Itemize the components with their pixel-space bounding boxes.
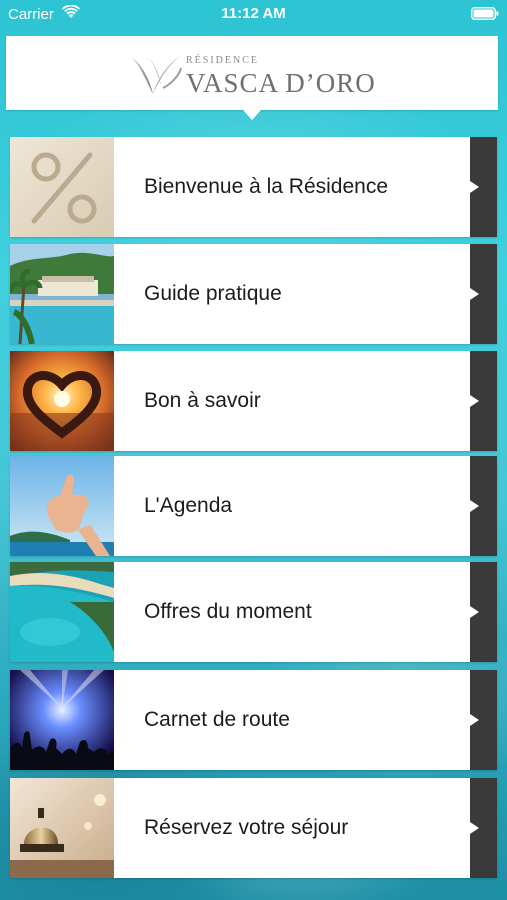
logo-name-text: VASCA D’ORO	[186, 68, 376, 98]
menu-item-label: Réservez votre séjour	[144, 816, 349, 839]
status-bar: Carrier 11:12 AM	[0, 0, 507, 30]
chevron-right-icon	[470, 181, 479, 193]
turquoise-bay-image	[10, 562, 114, 662]
chevron-right-icon	[470, 606, 479, 618]
menu-item-guide-pratique[interactable]: Guide pratique	[10, 244, 497, 344]
reception-bell-image	[10, 778, 114, 878]
menu-arrow-strip	[470, 351, 497, 451]
menu-item-bienvenue[interactable]: Bienvenue à la Résidence	[10, 137, 497, 237]
clock: 11:12 AM	[221, 5, 286, 22]
menu-arrow-strip	[470, 778, 497, 878]
menu-arrow-strip	[470, 670, 497, 770]
menu-item-label: Carnet de route	[144, 708, 290, 731]
menu-item-label: Offres du moment	[144, 600, 312, 623]
menu-item-label: Guide pratique	[144, 282, 282, 305]
chevron-right-icon	[470, 500, 479, 512]
chevron-right-icon	[470, 822, 479, 834]
menu-item-agenda[interactable]: L'Agenda	[10, 456, 497, 556]
menu-item-bon-a-savoir[interactable]: Bon à savoir	[10, 351, 497, 451]
percent-sign-sand-image	[10, 137, 114, 237]
menu-arrow-strip	[470, 562, 497, 662]
menu-item-carnet-de-route[interactable]: Carnet de route	[10, 670, 497, 770]
resort-pool-image	[10, 244, 114, 344]
chevron-right-icon	[470, 714, 479, 726]
menu-arrow-strip	[470, 244, 497, 344]
header-pointer	[243, 110, 261, 120]
menu-item-label: Bienvenue à la Résidence	[144, 175, 389, 198]
thumbs-up-image	[10, 456, 114, 556]
chevron-right-icon	[470, 395, 479, 407]
concert-lights-image	[10, 670, 114, 770]
menu-arrow-strip	[470, 456, 497, 556]
menu-arrow-strip	[470, 137, 497, 237]
menu-item-reservez[interactable]: Réservez votre séjour	[10, 778, 497, 878]
menu-item-label: Bon à savoir	[144, 389, 261, 412]
logo-residence-text: RÉSIDENCE	[186, 55, 259, 66]
heart-hands-sunset-image	[10, 351, 114, 451]
menu-item-label: L'Agenda	[144, 494, 233, 517]
vasca-doro-logo-icon	[129, 54, 183, 94]
menu-item-offres-du-moment[interactable]: Offres du moment	[10, 562, 497, 662]
chevron-right-icon	[470, 288, 479, 300]
battery-icon	[471, 7, 499, 20]
app-header: RÉSIDENCE VASCA D’ORO	[6, 36, 498, 110]
